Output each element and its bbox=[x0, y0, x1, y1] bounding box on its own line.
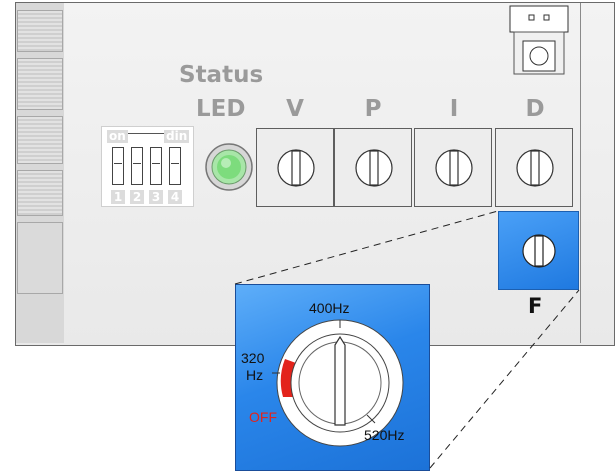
dip-number-4: 4 bbox=[168, 190, 182, 204]
dip-divider bbox=[128, 133, 164, 134]
dial-hz-label: Hz bbox=[246, 367, 264, 383]
status-label: Status bbox=[179, 62, 264, 88]
dial-520hz-label: 520Hz bbox=[364, 427, 405, 443]
potentiometer-icon bbox=[435, 149, 473, 187]
i-column-label: I bbox=[449, 96, 459, 122]
p-column-label: P bbox=[364, 96, 382, 122]
diagram-stage: Status LED V P I D on din 1 2 3 4 F 400H… bbox=[0, 0, 616, 471]
dial-400hz-label: 400Hz bbox=[309, 300, 350, 316]
v-column-label: V bbox=[286, 96, 304, 122]
terminal-block-bottom bbox=[17, 222, 63, 294]
potentiometer-icon bbox=[522, 234, 556, 268]
dip-switch-1[interactable] bbox=[112, 147, 124, 185]
dial-off-label: OFF bbox=[249, 409, 277, 425]
terminal-block bbox=[17, 170, 63, 216]
connector-icon bbox=[509, 5, 569, 75]
led-label: LED bbox=[196, 96, 246, 122]
pot-f[interactable] bbox=[498, 211, 579, 290]
dip-number-1: 1 bbox=[111, 190, 125, 204]
terminal-block bbox=[17, 58, 63, 110]
board-right-edge bbox=[580, 3, 581, 343]
status-led-icon bbox=[205, 143, 253, 191]
pot-i[interactable] bbox=[414, 128, 492, 207]
dip-din-label: din bbox=[164, 129, 190, 143]
terminal-block bbox=[17, 116, 63, 164]
dip-switch-block: on din 1 2 3 4 bbox=[101, 126, 194, 207]
d-column-label: D bbox=[525, 96, 545, 122]
dip-on-label: on bbox=[107, 129, 128, 143]
terminal-block bbox=[17, 10, 63, 52]
dial-320-label: 320 bbox=[241, 350, 265, 366]
frequency-dial-zoom: 400Hz 320 Hz OFF 520Hz bbox=[235, 284, 430, 471]
potentiometer-icon bbox=[277, 149, 315, 187]
potentiometer-icon bbox=[355, 149, 393, 187]
dip-switch-2[interactable] bbox=[131, 147, 143, 185]
pot-d[interactable] bbox=[495, 128, 573, 207]
pot-v[interactable] bbox=[256, 128, 334, 207]
dip-switch-3[interactable] bbox=[150, 147, 162, 185]
dip-switch-4[interactable] bbox=[169, 147, 181, 185]
pot-p[interactable] bbox=[334, 128, 412, 207]
dip-number-2: 2 bbox=[130, 190, 144, 204]
f-label: F bbox=[528, 294, 543, 318]
dip-number-3: 3 bbox=[149, 190, 163, 204]
potentiometer-icon bbox=[516, 149, 554, 187]
